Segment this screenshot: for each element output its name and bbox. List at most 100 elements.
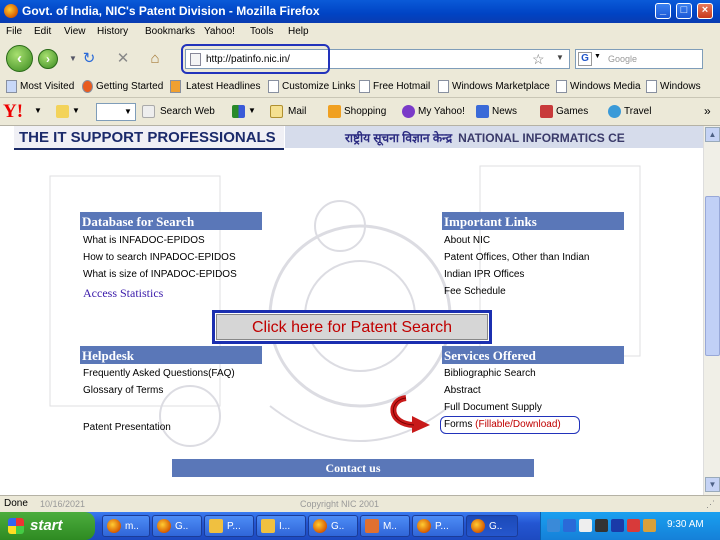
- search-placeholder[interactable]: Google: [608, 54, 637, 64]
- link-indian-ipr-offices[interactable]: Indian IPR Offices: [444, 269, 524, 280]
- tray-app-icon[interactable]: [595, 519, 608, 532]
- maximize-button[interactable]: □: [676, 3, 692, 19]
- page-icon: [268, 80, 279, 93]
- bookmark-getting-started[interactable]: Getting Started: [96, 81, 163, 92]
- bookmark-windows-media[interactable]: Windows Media: [570, 81, 641, 92]
- menu-file[interactable]: File: [6, 26, 22, 37]
- search-icon[interactable]: [142, 105, 155, 118]
- forward-button[interactable]: ›: [38, 49, 58, 69]
- forms-highlight-annotation: [440, 416, 580, 434]
- patent-search-button[interactable]: Click here for Patent Search: [212, 310, 492, 344]
- media-icon[interactable]: [611, 519, 624, 532]
- news-icon[interactable]: [476, 105, 489, 118]
- yahoo-news[interactable]: News: [492, 106, 517, 117]
- pencil-dropdown-icon[interactable]: ▼: [72, 106, 80, 115]
- taskbar-item-6[interactable]: M..: [360, 515, 410, 537]
- yahoo-mail[interactable]: Mail: [288, 106, 306, 117]
- bookmark-latest-headlines[interactable]: Latest Headlines: [186, 81, 261, 92]
- search-box[interactable]: G ▼ Google: [575, 49, 703, 69]
- yahoo-menu-dropdown-icon[interactable]: ▼: [34, 106, 42, 115]
- scroll-thumb[interactable]: [705, 196, 720, 356]
- taskbar-item-label: G..: [175, 521, 189, 532]
- link-bibliographic-search[interactable]: Bibliographic Search: [444, 368, 536, 379]
- taskbar-item-4[interactable]: I...: [256, 515, 306, 537]
- link-patent-presentation[interactable]: Patent Presentation: [83, 422, 171, 433]
- my-yahoo-icon[interactable]: [402, 105, 415, 118]
- status-faint-copyright: Copyright NIC 2001: [300, 499, 380, 509]
- menu-history[interactable]: History: [97, 26, 128, 37]
- link-abstract[interactable]: Abstract: [444, 385, 481, 396]
- menu-help[interactable]: Help: [288, 26, 309, 37]
- mail-icon[interactable]: [270, 105, 283, 118]
- bookmark-most-visited[interactable]: Most Visited: [20, 81, 74, 92]
- reload-icon[interactable]: ↻: [80, 50, 98, 68]
- games-icon[interactable]: [540, 105, 553, 118]
- travel-icon[interactable]: [608, 105, 621, 118]
- taskbar-item-3[interactable]: P...: [204, 515, 254, 537]
- page-icon: [438, 80, 449, 93]
- firefox-icon: [107, 519, 121, 533]
- stop-icon[interactable]: ✕: [114, 50, 132, 68]
- yahoo-travel[interactable]: Travel: [624, 106, 651, 117]
- rss-icon: [170, 80, 181, 93]
- bookmark-windows-marketplace[interactable]: Windows Marketplace: [452, 81, 550, 92]
- tray-app-icon[interactable]: [563, 519, 576, 532]
- windows-flag-icon: [8, 518, 24, 534]
- patent-search-button-label[interactable]: Click here for Patent Search: [216, 314, 488, 340]
- yahoo-my-yahoo[interactable]: My Yahoo!: [418, 106, 465, 117]
- link-faq[interactable]: Frequently Asked Questions(FAQ): [83, 368, 235, 379]
- scroll-up-icon[interactable]: ▲: [705, 127, 720, 142]
- pencil-icon[interactable]: [56, 105, 69, 118]
- web-page-content: THE IT SUPPORT PROFESSIONALS राष्ट्रीय स…: [0, 126, 703, 495]
- close-button[interactable]: ×: [697, 3, 713, 19]
- link-about-nic[interactable]: About NIC: [444, 235, 490, 246]
- search-engine-dropdown-icon[interactable]: ▼: [594, 53, 601, 60]
- shield-dropdown-icon[interactable]: ▼: [248, 106, 256, 115]
- yahoo-shopping[interactable]: Shopping: [344, 106, 386, 117]
- yahoo-search-input[interactable]: ▼: [96, 103, 136, 121]
- link-fee-schedule[interactable]: Fee Schedule: [444, 286, 506, 297]
- home-icon[interactable]: ⌂: [146, 50, 164, 68]
- shopping-icon[interactable]: [328, 105, 341, 118]
- bookmark-free-hotmail[interactable]: Free Hotmail: [373, 81, 430, 92]
- bookmark-windows[interactable]: Windows: [660, 81, 701, 92]
- shield-icon[interactable]: [232, 105, 245, 118]
- link-patent-offices-other[interactable]: Patent Offices, Other than Indian: [444, 252, 589, 263]
- folder-icon: [261, 519, 275, 533]
- link-size-of-inpadoc[interactable]: What is size of INPADOC-EPIDOS: [83, 269, 237, 280]
- link-what-is-infadoc[interactable]: What is INFADOC-EPIDOS: [83, 235, 205, 246]
- link-access-statistics[interactable]: Access Statistics: [83, 286, 163, 301]
- taskbar-item-2[interactable]: G..: [152, 515, 202, 537]
- menu-yahoo[interactable]: Yahoo!: [204, 26, 235, 37]
- bookmark-customize-links[interactable]: Customize Links: [282, 81, 355, 92]
- menu-bookmarks[interactable]: Bookmarks: [145, 26, 195, 37]
- network-icon[interactable]: [547, 519, 560, 532]
- contact-us-link[interactable]: Contact us: [172, 459, 534, 477]
- bookmark-star-icon[interactable]: ☆: [532, 51, 545, 68]
- yahoo-games[interactable]: Games: [556, 106, 588, 117]
- toolbar-overflow-chevron-icon[interactable]: »: [704, 104, 711, 118]
- volume-icon[interactable]: [579, 519, 592, 532]
- link-full-document-supply[interactable]: Full Document Supply: [444, 402, 542, 413]
- yahoo-logo[interactable]: Y!: [3, 101, 23, 123]
- page-icon: [359, 80, 370, 93]
- security-shield-icon[interactable]: [643, 519, 656, 532]
- yahoo-search-web[interactable]: Search Web: [160, 106, 215, 117]
- start-button[interactable]: start: [0, 512, 95, 540]
- link-how-to-search[interactable]: How to search INPADOC-EPIDOS: [83, 252, 236, 263]
- minimize-button[interactable]: _: [655, 3, 671, 19]
- url-dropdown-icon[interactable]: ▼: [556, 53, 564, 62]
- back-button[interactable]: ‹: [6, 45, 33, 72]
- menu-view[interactable]: View: [64, 26, 86, 37]
- taskbar-item-1[interactable]: m..: [102, 515, 150, 537]
- taskbar-item-8[interactable]: G..: [466, 515, 518, 537]
- antivirus-icon[interactable]: [627, 519, 640, 532]
- vertical-scrollbar[interactable]: ▲ ▼: [703, 126, 720, 495]
- taskbar-item-5[interactable]: G..: [308, 515, 358, 537]
- link-glossary[interactable]: Glossary of Terms: [83, 385, 163, 396]
- menu-tools[interactable]: Tools: [250, 26, 273, 37]
- resize-grip-icon: ⋰: [706, 499, 715, 509]
- menu-edit[interactable]: Edit: [34, 26, 51, 37]
- taskbar-item-7[interactable]: P...: [412, 515, 464, 537]
- scroll-down-icon[interactable]: ▼: [705, 477, 720, 492]
